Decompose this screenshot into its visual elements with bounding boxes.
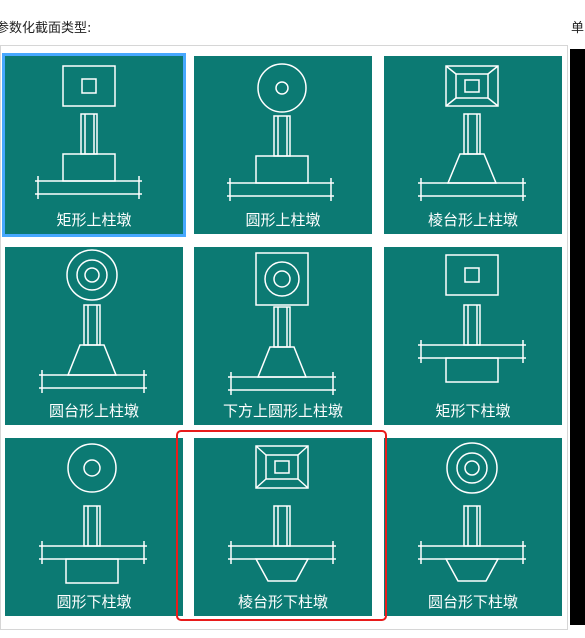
tile-label: 矩形上柱墩 [56,211,132,229]
tile-rect-bottom-pier[interactable]: 矩形下柱墩 [384,247,562,425]
tile-cone-frustum-top-pier[interactable]: 圆台形上柱墩 [5,247,183,425]
frustum-top-pier-icon [418,65,526,201]
cone-frustum-top-pier-icon [39,249,147,393]
tile-label: 棱台形上柱墩 [427,211,518,229]
preview-area [570,49,585,625]
rect-top-pier-icon [35,65,142,199]
tile-label: 圆形上柱墩 [245,211,321,229]
tile-circle-bottom-pier[interactable]: 圆形下柱墩 [5,438,183,616]
tile-frustum-bottom-pier[interactable]: 棱台形下柱墩 [194,438,372,616]
tile-label: 圆台形上柱墩 [48,402,139,420]
tile-label: 圆形下柱墩 [56,593,132,611]
tile-frustum-top-pier[interactable]: 棱台形上柱墩 [384,56,562,234]
tile-cone-frustum-bottom-pier[interactable]: 圆台形下柱墩 [384,438,562,616]
tile-label: 下方上圆形上柱墩 [222,402,343,420]
circle-top-pier-icon [227,63,334,201]
tile-label: 矩形下柱墩 [435,402,511,420]
tile-circle-top-pier[interactable]: 圆形上柱墩 [194,56,372,234]
frustum-bottom-pier-icon [228,445,336,582]
right-label: 单 [571,21,585,36]
tile-label: 圆台形下柱墩 [427,593,518,611]
tile-rect-top-pier[interactable]: 矩形上柱墩 [2,53,186,237]
square-bottom-round-top-pier-icon [228,252,336,395]
cone-frustum-bottom-pier-icon [418,442,526,582]
circle-bottom-pier-icon [39,443,147,584]
tile-square-bottom-round-top-pier[interactable]: 下方上圆形上柱墩 [194,247,372,425]
section-title: 参数化截面类型: [0,21,92,36]
tile-label: 棱台形下柱墩 [237,593,328,611]
rect-bottom-pier-icon [418,254,526,383]
